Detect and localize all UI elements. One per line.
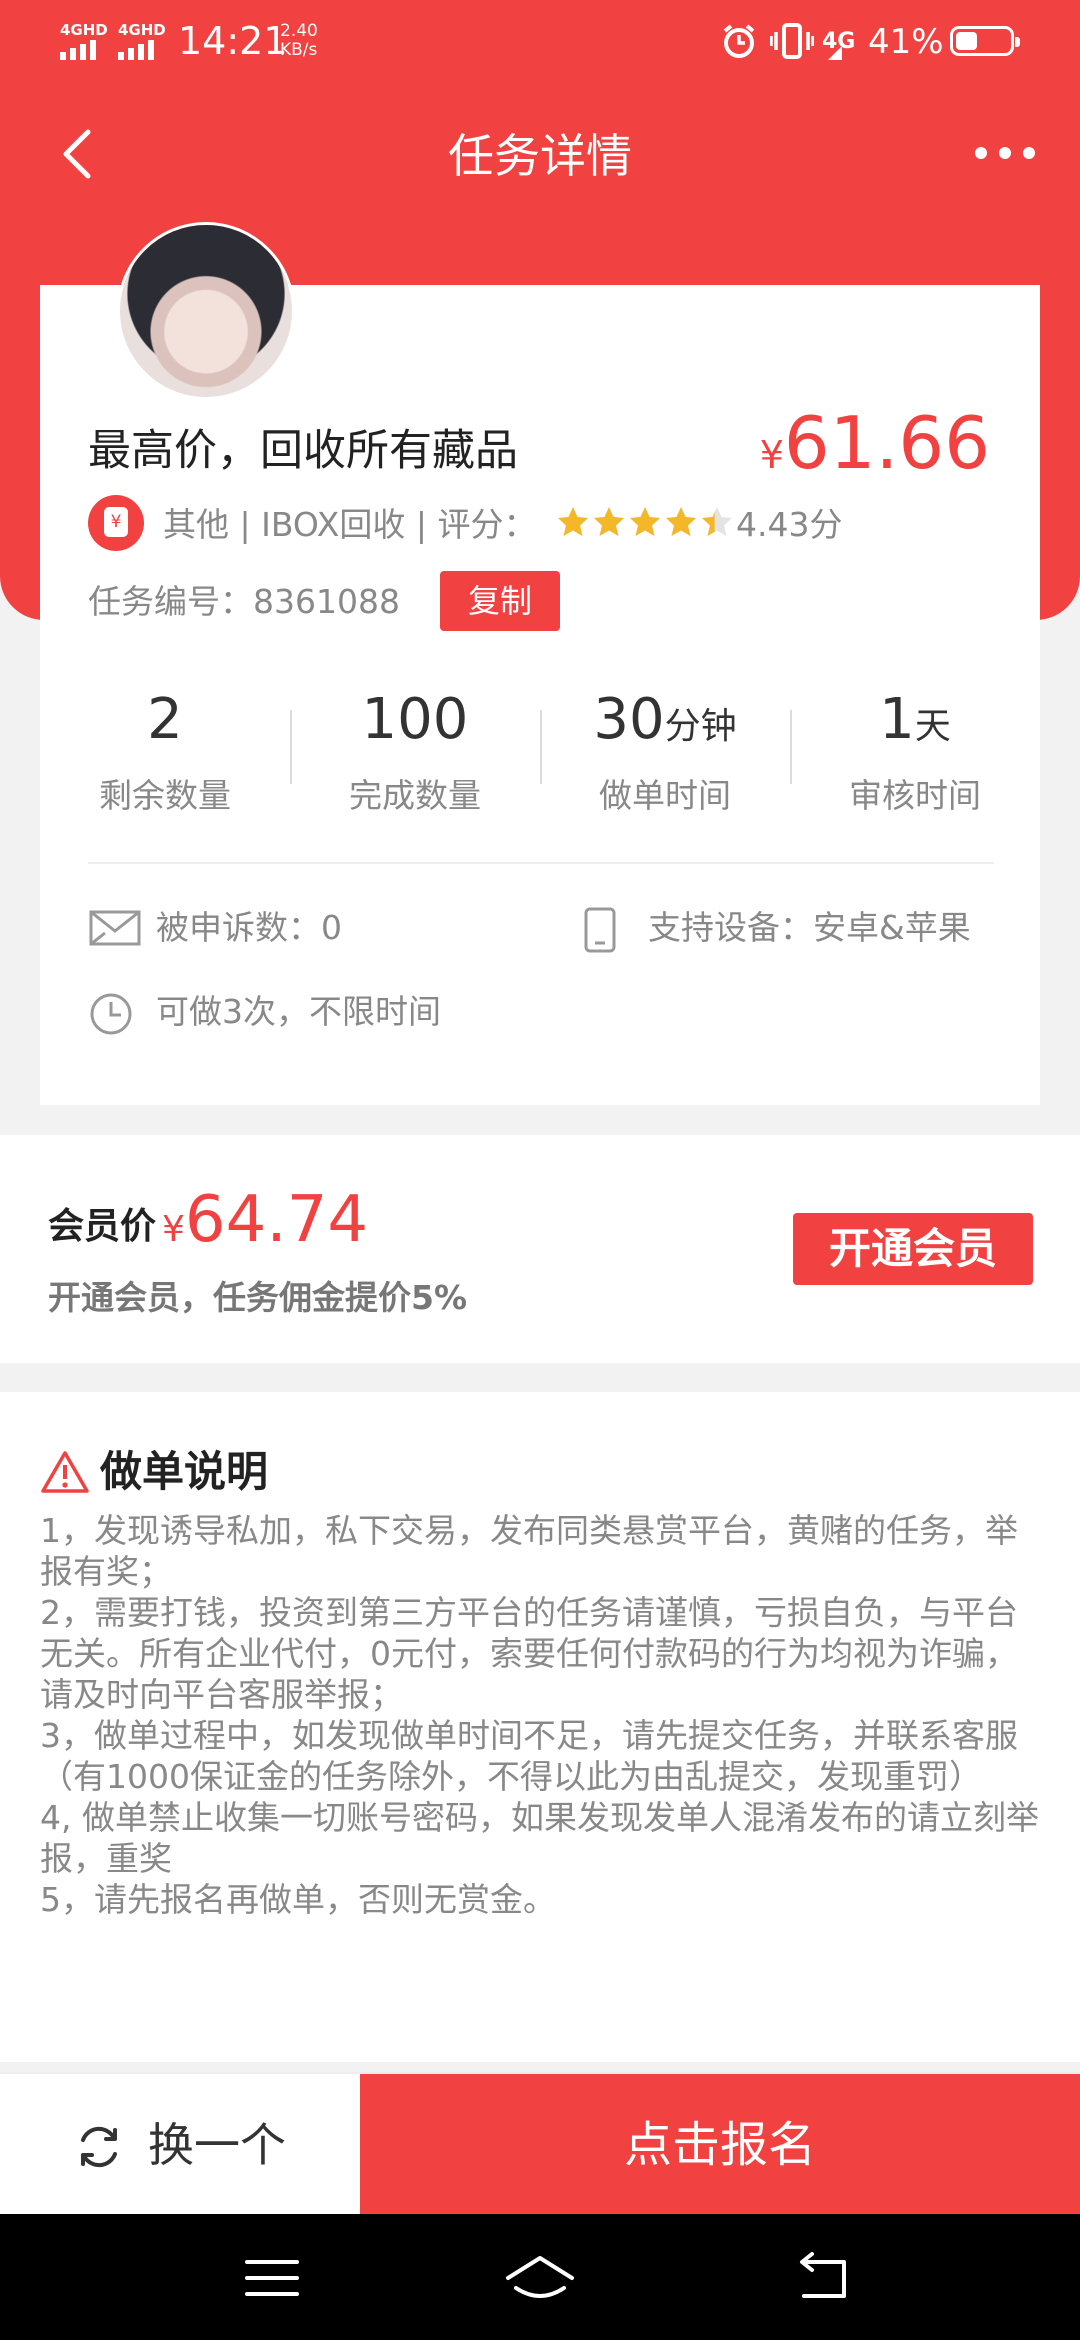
stat-work-time: 30分钟 做单时间 (540, 680, 790, 821)
alarm-icon (723, 24, 755, 58)
battery-percent: 41% (868, 22, 944, 62)
instruction-line: 2，需要打钱，投资到第三方平台的任务请谨慎，亏损自负，与平台无关。所有企业代付，… (40, 1593, 1018, 1714)
member-price-currency: ¥ (162, 1209, 185, 1250)
member-price-label: 会员价 (48, 1206, 157, 1247)
instruction-line: 1，发现诱导私加，私下交易，发布同类悬赏平台，黄赌的任务，举报有奖； (40, 1511, 1018, 1591)
member-subtitle: 开通会员，任务佣金提价5% (48, 1278, 468, 1317)
stat-remaining: 2 剩余数量 (40, 680, 290, 821)
task-title: 最高价，回收所有藏品 (88, 426, 518, 476)
instruction-line: 5，请先报名再做单，否则无赏金。 (40, 1880, 556, 1919)
task-meta: ¥ 其他 | IBOX回收 | 评分： 4.43分 (88, 495, 988, 555)
star-icon (702, 507, 732, 536)
stat-work-time-unit: 分钟 (664, 706, 737, 747)
warning-icon (41, 1451, 89, 1493)
member-price: ¥64.74 (162, 1175, 368, 1275)
signal-2-icon (118, 38, 162, 60)
task-price-currency: ¥ (759, 433, 784, 477)
stat-review-time: 1天 审核时间 (790, 680, 1040, 821)
rating-stars (556, 505, 736, 545)
member-section: 会员价 ¥64.74 开通会员，任务佣金提价5% 开通会员 (0, 1135, 1080, 1363)
stat-work-time-value: 30 (593, 687, 665, 752)
home-icon[interactable] (500, 2248, 580, 2308)
star-icon (594, 507, 624, 536)
system-nav-bar (0, 2214, 1080, 2340)
star-icon (558, 507, 588, 536)
stat-review-time-value: 1 (879, 687, 915, 752)
complaint-icon (89, 910, 141, 946)
star-icon (666, 507, 696, 536)
star-icon (630, 507, 660, 536)
status-bar: 4GHD 4GHD 14:21 2.40 KB/s 4G 41% (0, 0, 1080, 84)
stat-review-time-label: 审核时间 (849, 776, 981, 815)
menu-icon[interactable] (232, 2248, 312, 2308)
rating-score: 4.43分 (736, 505, 843, 544)
instructions-body: 1，发现诱导私加，私下交易，发布同类悬赏平台，黄赌的任务，举报有奖； 2，需要打… (40, 1510, 1050, 1920)
network-speed-unit: KB/s (280, 40, 318, 60)
category-icon: ¥ (88, 495, 144, 551)
network-signal-icon (828, 46, 842, 60)
devices-text: 支持设备：安卓&苹果 (648, 908, 971, 947)
swap-task-label: 换一个 (148, 2118, 286, 2172)
return-icon[interactable] (784, 2248, 864, 2308)
nav-bar: 任务详情 (0, 100, 1080, 210)
stat-review-time-unit: 天 (914, 706, 951, 747)
copy-button[interactable]: 复制 (440, 571, 560, 631)
clock: 14:21 (178, 19, 288, 63)
stat-completed-value: 100 (361, 687, 469, 752)
member-price-value: 64.74 (184, 1183, 369, 1257)
clock-icon (90, 993, 132, 1035)
limit-text: 可做3次，不限时间 (156, 992, 441, 1031)
page-title: 任务详情 (448, 129, 632, 183)
bottom-action-bar: 换一个 点击报名 (0, 2072, 1080, 2216)
task-meta-text: 其他 | IBOX回收 | 评分： (163, 505, 537, 544)
signal-2-label: 4GHD (118, 21, 166, 39)
refresh-icon (81, 2126, 117, 2168)
signal-1-label: 4GHD (60, 21, 108, 39)
instruction-line: 3，做单过程中，如发现做单时间不足，请先提交任务，并联系客服（有1000保证金的… (40, 1716, 1018, 1796)
task-stats: 2 剩余数量 100 完成数量 30分钟 做单时间 1天 审核时间 (40, 680, 1040, 820)
complaints-text: 被申诉数：0 (156, 908, 342, 947)
more-options-button[interactable] (970, 128, 1040, 178)
task-number: 任务编号：8361088 (88, 582, 400, 621)
stat-remaining-value: 2 (147, 687, 183, 752)
divider (88, 862, 994, 864)
stat-remaining-label: 剩余数量 (99, 776, 231, 815)
stat-work-time-label: 做单时间 (599, 776, 731, 815)
stat-completed: 100 完成数量 (290, 680, 540, 821)
stat-completed-label: 完成数量 (349, 776, 481, 815)
signal-1-icon (60, 38, 104, 60)
swap-task-button[interactable]: 换一个 (0, 2074, 360, 2216)
vibrate-icon (770, 23, 814, 59)
instructions-title: 做单说明 (100, 1447, 269, 1496)
network-speed: 2.40 KB/s (280, 22, 318, 60)
publisher-avatar[interactable] (120, 225, 292, 397)
task-price-value: 61.66 (783, 401, 990, 485)
instructions-section: 做单说明 1，发现诱导私加，私下交易，发布同类悬赏平台，黄赌的任务，举报有奖； … (0, 1392, 1080, 2062)
task-price: ¥61.66 (760, 398, 990, 500)
network-speed-value: 2.40 (280, 21, 318, 41)
join-membership-button[interactable]: 开通会员 (793, 1213, 1033, 1285)
battery-icon (950, 26, 1020, 56)
signup-button[interactable]: 点击报名 (360, 2074, 1080, 2216)
phone-icon (584, 907, 616, 953)
instruction-line: 4, 做单禁止收集一切账号密码，如果发现发单人混淆发布的请立刻举报，重奖 (40, 1798, 1039, 1878)
